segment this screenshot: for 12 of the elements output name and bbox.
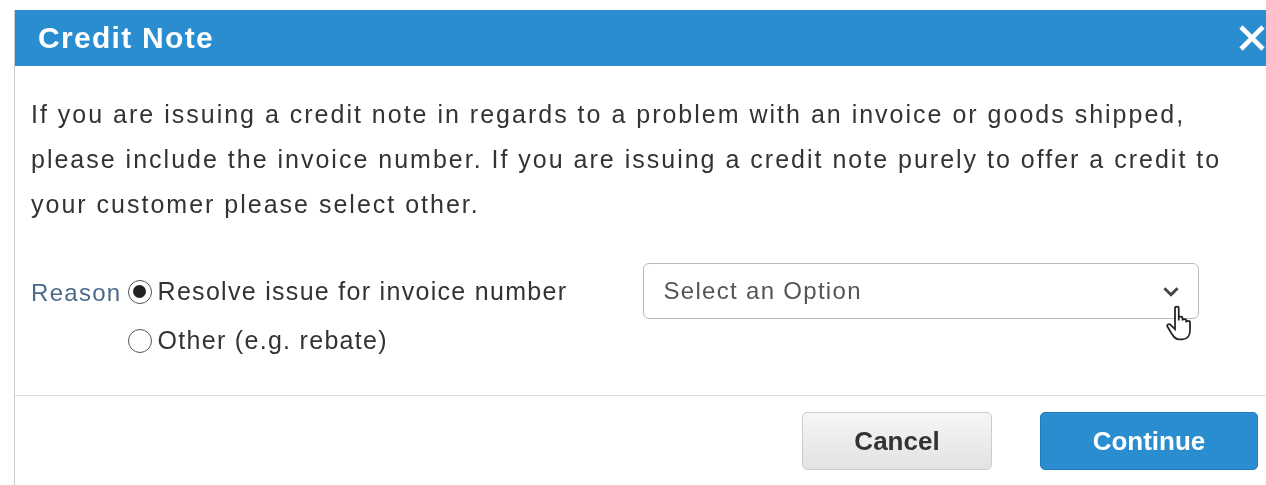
dialog-title: Credit Note xyxy=(38,21,214,55)
cancel-button[interactable]: Cancel xyxy=(802,412,992,470)
instruction-text: If you are issuing a credit note in regards to a problem with an invoice or goods shipped, please include the invoice number. If you are issuing a credit note purely to offer a credit to your customer please select other. xyxy=(31,99,1223,220)
reason-label: Reason xyxy=(31,279,122,307)
chevron-down-icon xyxy=(1161,285,1180,297)
option-dropdown[interactable]: Select an Option xyxy=(642,263,1199,319)
radio-label[interactable]: Resolve issue for invoice number xyxy=(157,277,568,306)
radio-label[interactable]: Other (e.g. rebate) xyxy=(157,326,388,355)
continue-button[interactable]: Continue xyxy=(1040,412,1258,470)
radio-button[interactable] xyxy=(127,279,152,304)
close-icon[interactable] xyxy=(1238,24,1266,52)
radio-button[interactable] xyxy=(127,328,152,353)
